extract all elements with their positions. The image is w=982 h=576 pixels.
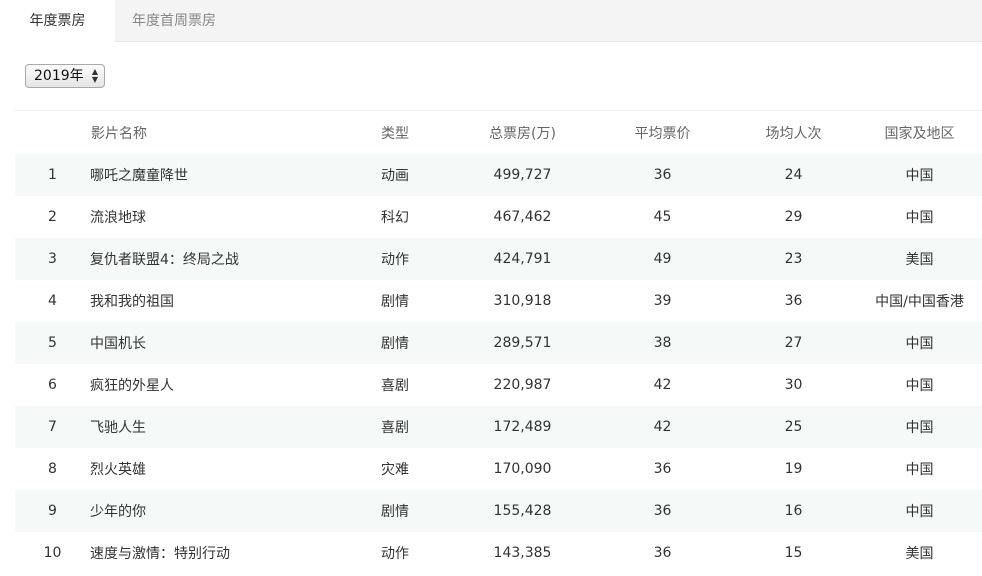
table-row[interactable]: 4 我和我的祖国 剧情 310,918 39 36 中国/中国香港 <box>15 280 982 322</box>
cell-country: 中国 <box>905 168 934 184</box>
cell-genre: 喜剧 <box>381 378 409 394</box>
cell-total-box: 170,090 <box>493 461 552 477</box>
table-row[interactable]: 10 速度与激情：特别行动 动作 143,385 36 15 美国 <box>15 532 982 574</box>
cell-film-name: 流浪地球 <box>90 210 146 226</box>
cell-rank: 3 <box>48 251 57 267</box>
cell-country: 美国 <box>905 252 934 268</box>
cell-rank: 9 <box>48 503 57 519</box>
cell-film-name: 速度与激情：特别行动 <box>90 546 230 562</box>
year-select-value: 2019年 <box>34 68 84 84</box>
cell-total-box: 155,428 <box>493 503 552 519</box>
tab-annual-opening-week[interactable]: 年度首周票房 <box>116 0 232 42</box>
tab-bar: 年度票房 年度首周票房 <box>0 0 982 42</box>
cell-avg-audience: 25 <box>784 419 803 435</box>
cell-total-box: 424,791 <box>493 251 552 267</box>
cell-genre: 喜剧 <box>381 420 409 436</box>
header-film-name: 影片名称 <box>91 125 147 142</box>
cell-film-name: 复仇者联盟4：终局之战 <box>90 252 239 268</box>
cell-rank: 5 <box>48 335 57 351</box>
cell-film-name: 中国机长 <box>90 336 146 352</box>
cell-genre: 动画 <box>381 168 409 184</box>
cell-avg-audience: 27 <box>784 335 803 351</box>
cell-genre: 剧情 <box>381 336 409 352</box>
cell-avg-price: 36 <box>653 503 672 519</box>
cell-rank: 8 <box>48 461 57 477</box>
table-row[interactable]: 3 复仇者联盟4：终局之战 动作 424,791 49 23 美国 <box>15 238 982 280</box>
cell-genre: 科幻 <box>381 210 409 226</box>
cell-country: 中国 <box>905 210 934 226</box>
cell-country: 中国 <box>905 462 934 478</box>
table-row[interactable]: 1 哪吒之魔童降世 动画 499,727 36 24 中国 <box>15 154 982 196</box>
cell-rank: 10 <box>43 545 62 561</box>
cell-total-box: 310,918 <box>493 293 552 309</box>
cell-film-name: 我和我的祖国 <box>90 294 174 310</box>
table-row[interactable]: 2 流浪地球 科幻 467,462 45 29 中国 <box>15 196 982 238</box>
table-row[interactable]: 6 疯狂的外星人 喜剧 220,987 42 30 中国 <box>15 364 982 406</box>
cell-avg-audience: 36 <box>784 293 803 309</box>
cell-rank: 1 <box>48 167 57 183</box>
cell-rank: 4 <box>48 293 57 309</box>
cell-country: 美国 <box>905 546 934 562</box>
cell-genre: 剧情 <box>381 504 409 520</box>
cell-film-name: 烈火英雄 <box>90 462 146 478</box>
cell-avg-price: 36 <box>653 167 672 183</box>
cell-avg-price: 39 <box>653 293 672 309</box>
cell-avg-price: 38 <box>653 335 672 351</box>
cell-film-name: 哪吒之魔童降世 <box>90 168 188 184</box>
header-avg-price: 平均票价 <box>634 125 691 142</box>
select-arrows-icon: ▲ ▼ <box>91 67 98 84</box>
header-avg-audience: 场均人次 <box>765 125 822 142</box>
table-header-row: 影片名称 类型 总票房(万) 平均票价 场均人次 国家及地区 <box>15 111 982 154</box>
cell-avg-price: 36 <box>653 545 672 561</box>
cell-avg-audience: 15 <box>784 545 803 561</box>
tab-divider <box>115 41 982 42</box>
table-body: 1 哪吒之魔童降世 动画 499,727 36 24 中国 2 流浪地球 科幻 467,462 45 2… <box>15 154 982 574</box>
cell-rank: 6 <box>48 377 57 393</box>
cell-country: 中国 <box>905 504 934 520</box>
cell-avg-price: 42 <box>653 377 672 393</box>
cell-avg-audience: 30 <box>784 377 803 393</box>
year-select[interactable]: 2019年 ▲ ▼ <box>25 64 105 88</box>
cell-total-box: 289,571 <box>493 335 552 351</box>
cell-total-box: 467,462 <box>493 209 552 225</box>
cell-country: 中国 <box>905 420 934 436</box>
cell-avg-price: 42 <box>653 419 672 435</box>
cell-rank: 2 <box>48 209 57 225</box>
cell-avg-audience: 23 <box>784 251 803 267</box>
table-row[interactable]: 9 少年的你 剧情 155,428 36 16 中国 <box>15 490 982 532</box>
header-total-box: 总票房(万) <box>489 125 556 142</box>
cell-avg-audience: 19 <box>784 461 803 477</box>
cell-avg-audience: 29 <box>784 209 803 225</box>
cell-country: 中国 <box>905 378 934 394</box>
cell-avg-audience: 24 <box>784 167 803 183</box>
cell-genre: 剧情 <box>381 294 409 310</box>
cell-country: 中国 <box>905 336 934 352</box>
cell-total-box: 499,727 <box>493 167 552 183</box>
box-office-table: 影片名称 类型 总票房(万) 平均票价 场均人次 国家及地区 1 哪吒之魔童降世动… <box>15 110 982 576</box>
header-genre: 类型 <box>381 125 409 142</box>
cell-film-name: 疯狂的外星人 <box>90 378 174 394</box>
header-rank <box>15 111 90 154</box>
cell-film-name: 飞驰人生 <box>90 420 146 436</box>
cell-film-name: 少年的你 <box>90 504 146 520</box>
table-row[interactable]: 8 烈火英雄 灾难 170,090 36 19 中国 <box>15 448 982 490</box>
cell-avg-price: 36 <box>653 461 672 477</box>
table-row[interactable]: 7 飞驰人生 喜剧 172,489 42 25 中国 <box>15 406 982 448</box>
cell-genre: 动作 <box>381 252 409 268</box>
cell-avg-price: 45 <box>653 209 672 225</box>
cell-total-box: 220,987 <box>493 377 552 393</box>
cell-genre: 灾难 <box>381 462 409 478</box>
tab-annual-box-office[interactable]: 年度票房 <box>0 0 115 42</box>
cell-avg-price: 49 <box>653 251 672 267</box>
header-country: 国家及地区 <box>884 125 955 142</box>
cell-total-box: 143,385 <box>493 545 552 561</box>
cell-country: 中国/中国香港 <box>875 294 964 310</box>
table-row[interactable]: 5 中国机长 剧情 289,571 38 27 中国 <box>15 322 982 364</box>
cell-avg-audience: 16 <box>784 503 803 519</box>
cell-total-box: 172,489 <box>493 419 552 435</box>
cell-rank: 7 <box>48 419 57 435</box>
cell-genre: 动作 <box>381 546 409 562</box>
